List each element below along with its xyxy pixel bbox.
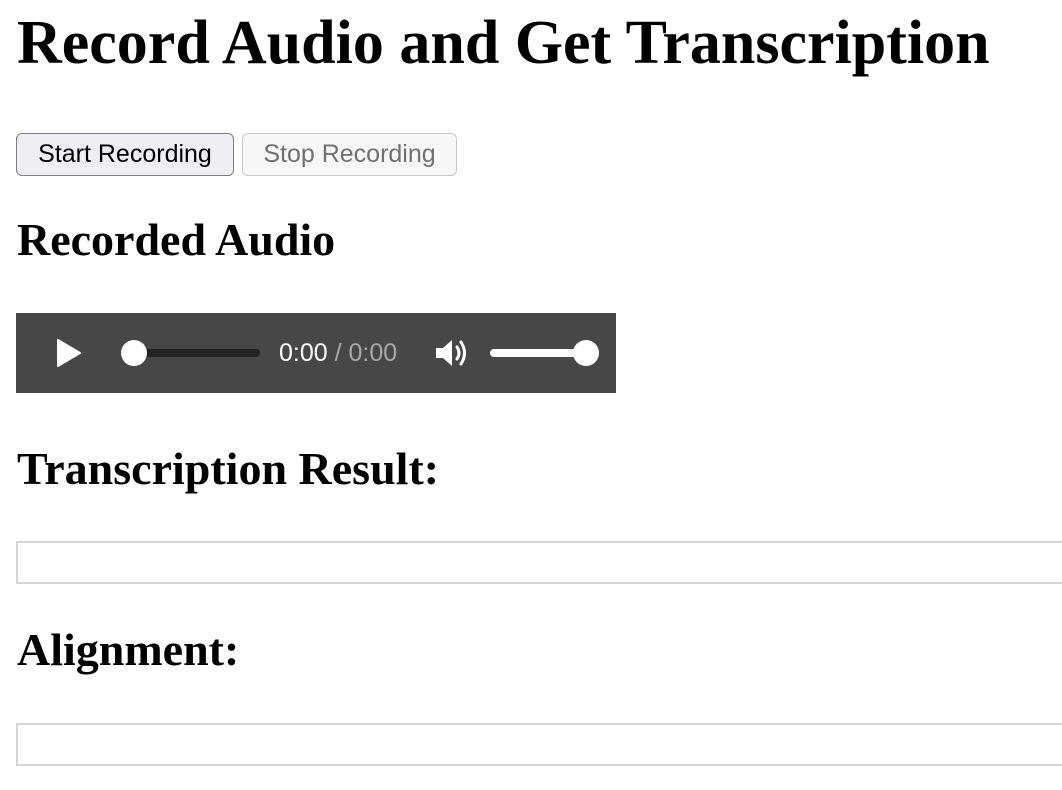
current-time: 0:00 [279, 339, 328, 367]
seek-slider[interactable] [121, 340, 260, 366]
stop-recording-button[interactable]: Stop Recording [242, 133, 457, 176]
duration-time: 0:00 [348, 339, 398, 367]
start-recording-button[interactable]: Start Recording [16, 133, 234, 176]
alignment-box [16, 723, 1062, 766]
alignment-heading: Alignment: [17, 624, 240, 675]
volume-slider[interactable] [490, 340, 599, 366]
transcription-result-heading: Transcription Result: [17, 443, 440, 494]
seek-slider-thumb[interactable] [121, 340, 147, 366]
transcription-result-box [16, 541, 1062, 584]
play-icon[interactable] [52, 337, 84, 369]
time-display: 0:00 / 0:00 [279, 338, 397, 368]
audio-player[interactable]: 0:00 / 0:00 [16, 313, 616, 393]
page-title: Record Audio and Get Transcription [17, 9, 990, 77]
volume-slider-thumb[interactable] [573, 340, 599, 366]
time-separator: / [327, 339, 349, 367]
recorded-audio-heading: Recorded Audio [17, 214, 336, 265]
play-icon-graphic [57, 339, 81, 367]
volume-icon-graphic [436, 340, 466, 366]
volume-icon[interactable] [434, 336, 470, 370]
